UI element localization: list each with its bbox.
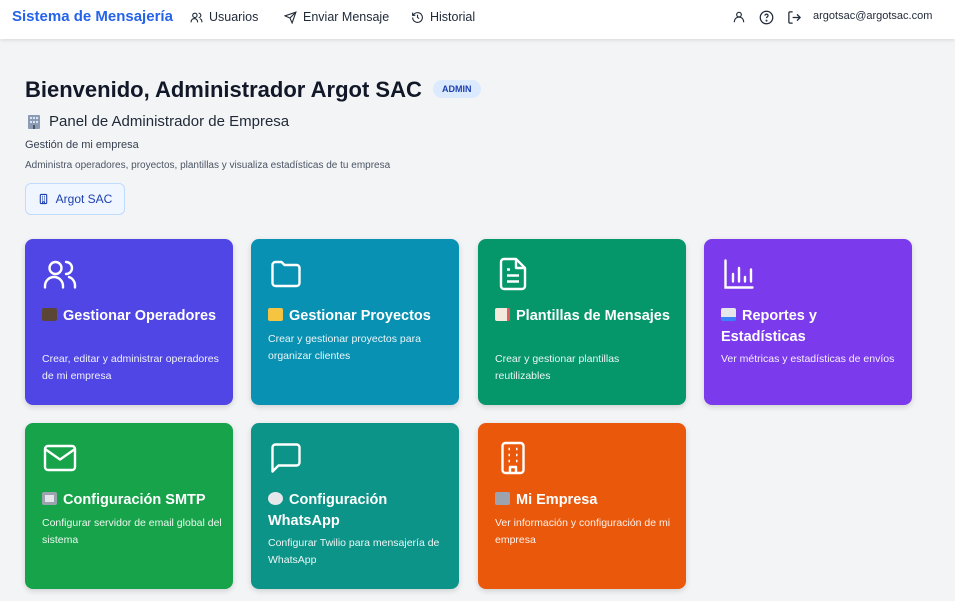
card-title: Gestionar Operadores <box>42 306 222 327</box>
card-title: Gestionar Proyectos <box>268 306 448 327</box>
users-icon <box>43 260 77 289</box>
card-title-text: Plantillas de Mensajes <box>516 308 670 324</box>
card-title-text: Gestionar Operadores <box>63 308 217 324</box>
nav-link-enviar-mensaje[interactable]: Enviar Mensaje <box>284 10 389 24</box>
chart-emoji-icon <box>721 308 736 321</box>
card-reportes-estadisticas[interactable]: Reportes y Estadísticas Ver métricas y e… <box>704 239 912 405</box>
folder-icon <box>271 260 301 288</box>
nav-link-label: Enviar Mensaje <box>303 10 390 24</box>
help-icon[interactable] <box>757 8 775 26</box>
history-icon <box>412 11 423 23</box>
top-navbar: Sistema de Mensajería Usuarios Enviar Me… <box>0 0 955 39</box>
card-title: Plantillas de Mensajes <box>495 306 675 327</box>
section-subtitle: Gestión de mi empresa <box>25 139 139 151</box>
card-description: Crear y gestionar plantillas reutilizabl… <box>495 353 620 382</box>
card-mi-empresa[interactable]: Mi Empresa Ver información y configuraci… <box>478 423 686 589</box>
nav-link-historial[interactable]: Historial <box>411 10 475 24</box>
card-description: Crear y gestionar proyectos para organiz… <box>268 333 421 362</box>
user-email: argotsac@argotsac.com <box>813 10 933 22</box>
section-description: Administra operadores, proyectos, planti… <box>25 160 391 171</box>
nav-link-usuarios[interactable]: Usuarios <box>190 10 258 24</box>
page-title: Bienvenido, Administrador Argot SAC <box>25 77 422 102</box>
card-title-text: Gestionar Proyectos <box>289 308 431 324</box>
panel-title-label: Panel de Administrador de Empresa <box>49 113 290 130</box>
users-icon <box>190 12 203 22</box>
company-chip[interactable]: Argot SAC <box>25 183 125 215</box>
mail-icon <box>43 444 77 472</box>
nav-link-label: Historial <box>430 10 476 24</box>
panel-title: Panel de Administrador de Empresa <box>25 113 289 130</box>
card-title: Mi Empresa <box>495 490 675 511</box>
card-gestionar-operadores[interactable]: Gestionar Operadores Crear, editar y adm… <box>25 239 233 405</box>
card-title: Reportes y Estadísticas <box>721 306 901 348</box>
user-icon[interactable] <box>730 8 748 26</box>
office-emoji-icon <box>495 492 510 505</box>
office-building-icon <box>25 113 42 130</box>
bar-chart-icon <box>724 259 754 289</box>
document-icon <box>499 257 527 291</box>
folder-emoji-icon <box>268 308 283 321</box>
card-title-text: Mi Empresa <box>516 492 598 508</box>
card-description: Ver métricas y estadísticas de envíos <box>721 353 895 365</box>
send-icon <box>284 10 297 24</box>
card-title-text: Configuración WhatsApp <box>268 492 388 529</box>
card-description: Configurar servidor de email global del … <box>42 517 222 546</box>
memo-emoji-icon <box>495 308 510 321</box>
card-title: Configuración WhatsApp <box>268 490 448 532</box>
nav-link-label: Usuarios <box>209 10 259 24</box>
card-gestionar-proyectos[interactable]: Gestionar Proyectos Crear y gestionar pr… <box>251 239 459 405</box>
email-emoji-icon <box>42 492 57 505</box>
building-icon <box>39 193 47 205</box>
speech-emoji-icon <box>268 492 283 505</box>
card-description: Configurar Twilio para mensajería de Wha… <box>268 537 440 566</box>
card-description: Ver información y configuración de mi em… <box>495 517 671 546</box>
card-configuracion-whatsapp[interactable]: Configuración WhatsApp Configurar Twilio… <box>251 423 459 589</box>
card-title: Configuración SMTP <box>42 490 222 511</box>
card-configuracion-smtp[interactable]: Configuración SMTP Configurar servidor d… <box>25 423 233 589</box>
card-title-text: Configuración SMTP <box>63 492 206 508</box>
role-badge: ADMIN <box>433 80 481 98</box>
card-description: Crear, editar y administrar operadores d… <box>42 353 219 382</box>
people-emoji-icon <box>42 308 57 321</box>
company-name: Argot SAC <box>55 192 113 206</box>
card-plantillas-mensajes[interactable]: Plantillas de Mensajes Crear y gestionar… <box>478 239 686 405</box>
brand-title[interactable]: Sistema de Mensajería <box>12 8 173 25</box>
logout-icon[interactable] <box>785 8 803 26</box>
building-icon <box>501 441 525 475</box>
chat-icon <box>271 443 301 473</box>
